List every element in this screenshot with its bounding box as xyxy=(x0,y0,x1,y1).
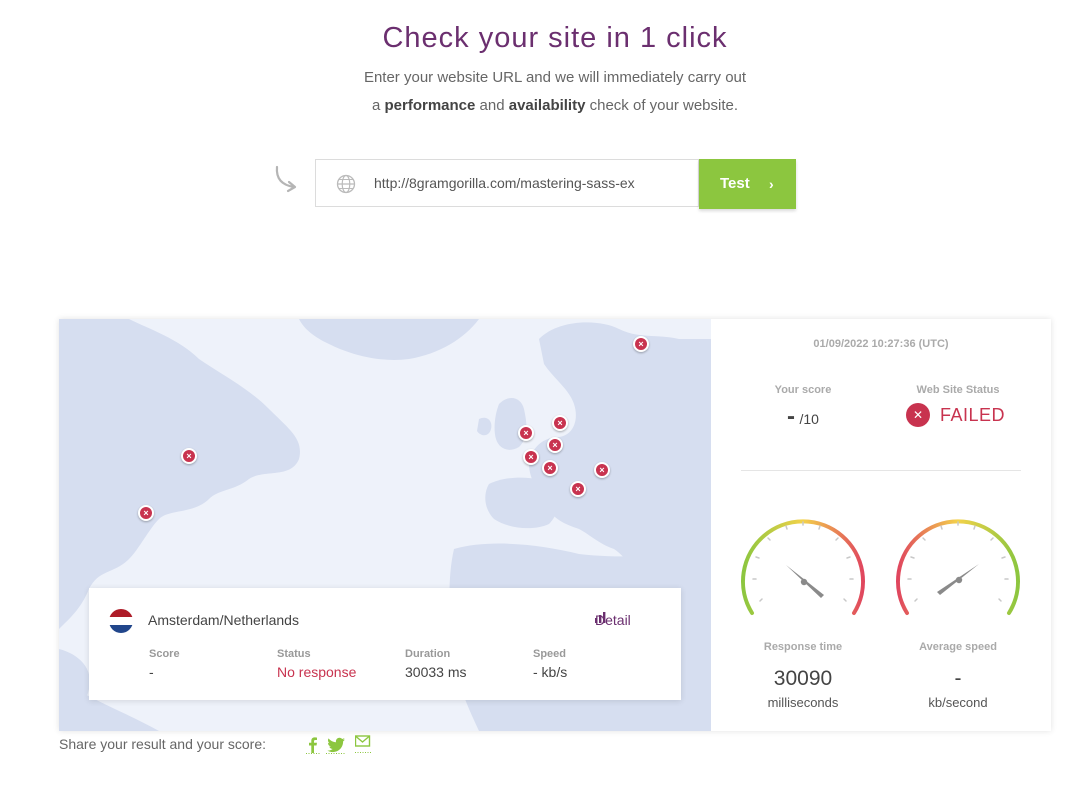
response-time-value: 30090 xyxy=(773,667,833,690)
metric-status: Status No response xyxy=(277,648,356,680)
subtitle-text: a xyxy=(371,97,385,114)
pin-marker[interactable]: × xyxy=(552,415,568,431)
score-value: - /10 xyxy=(723,403,883,431)
url-input[interactable] xyxy=(374,160,680,206)
metric-value: No response xyxy=(277,664,357,680)
response-time-unit: milliseconds xyxy=(767,695,839,710)
pin-marker[interactable]: × xyxy=(633,336,649,352)
pin-marker[interactable]: × xyxy=(547,437,563,453)
average-speed-gauge xyxy=(896,519,1020,615)
test-timestamp: 01/09/2022 10:27:36 (UTC) xyxy=(813,338,949,350)
response-time-gauge xyxy=(741,519,865,615)
pin-marker[interactable]: × xyxy=(138,505,154,521)
flag-stripe xyxy=(109,625,133,633)
url-field xyxy=(315,159,699,207)
email-icon[interactable] xyxy=(355,734,371,754)
pin-marker[interactable]: × xyxy=(594,462,610,478)
pin-marker[interactable]: × xyxy=(542,460,558,476)
metric-value: 30033 ms xyxy=(405,664,467,680)
location-name: Amsterdam/Netherlands xyxy=(148,612,299,628)
flag-stripe xyxy=(109,617,133,625)
results-panel: × × × × × × × × × × Amsterdam/Netherland… xyxy=(59,319,1051,731)
divider xyxy=(741,470,1021,471)
metric-value: - kb/s xyxy=(533,664,568,680)
score-label: Your score xyxy=(774,384,832,396)
response-time-label: Response time xyxy=(763,641,843,653)
average-speed-unit: kb/second xyxy=(928,695,988,710)
page-title: Check your site in 1 click xyxy=(382,22,728,54)
metric-label: Duration xyxy=(405,648,451,660)
score-number: - xyxy=(787,403,796,430)
status-value: FAILED xyxy=(940,404,1006,425)
failed-icon: ✕ xyxy=(906,403,930,427)
summary-panel: 01/09/2022 10:27:36 (UTC) Your score - /… xyxy=(711,319,1051,731)
subtitle-availability: availability xyxy=(508,97,586,114)
metric-label: Status xyxy=(277,648,311,660)
subtitle-performance: performance xyxy=(384,97,476,114)
bar-chart-icon xyxy=(595,612,606,623)
status-label: Web Site Status xyxy=(916,384,1000,396)
test-button-label: Test xyxy=(720,175,750,192)
pin-marker[interactable]: × xyxy=(570,481,586,497)
flag-stripe xyxy=(109,609,133,617)
subtitle-line-1: Enter your website URL and we will immed… xyxy=(363,69,747,86)
average-speed-label: Average speed xyxy=(919,641,997,653)
location-card: Amsterdam/Netherlands Detail Score - Sta… xyxy=(89,588,681,700)
metric-score: Score - xyxy=(149,648,180,680)
page-subtitle: Enter your website URL and we will immed… xyxy=(0,64,1073,120)
subtitle-line-2: a performance and availability check of … xyxy=(0,92,1073,120)
pin-marker[interactable]: × xyxy=(523,449,539,465)
netherlands-flag-icon xyxy=(109,609,133,633)
metric-speed: Speed - kb/s xyxy=(533,648,567,680)
metric-duration: Duration 30033 ms xyxy=(405,648,466,680)
metric-value: - xyxy=(149,664,154,680)
facebook-icon[interactable] xyxy=(306,736,320,754)
average-speed-value: - xyxy=(954,667,962,690)
status-badge: ✕ FAILED xyxy=(906,403,1005,427)
globe-icon xyxy=(336,174,356,194)
pin-marker[interactable]: × xyxy=(518,425,534,441)
subtitle-text: check of your website. xyxy=(585,97,739,114)
chevron-right-icon: › xyxy=(769,176,774,192)
subtitle-text: and xyxy=(475,97,509,114)
curved-arrow-icon xyxy=(275,165,297,193)
pin-marker[interactable]: × xyxy=(181,448,197,464)
metric-label: Score xyxy=(149,648,180,660)
detail-link[interactable]: Detail xyxy=(595,612,631,628)
metric-label: Speed xyxy=(533,648,567,660)
score-max: /10 xyxy=(799,411,819,427)
twitter-icon[interactable] xyxy=(326,736,346,754)
world-map: × × × × × × × × × × Amsterdam/Netherland… xyxy=(59,319,711,731)
share-label: Share your result and your score: xyxy=(59,736,266,752)
test-button[interactable]: Test › xyxy=(699,159,796,209)
